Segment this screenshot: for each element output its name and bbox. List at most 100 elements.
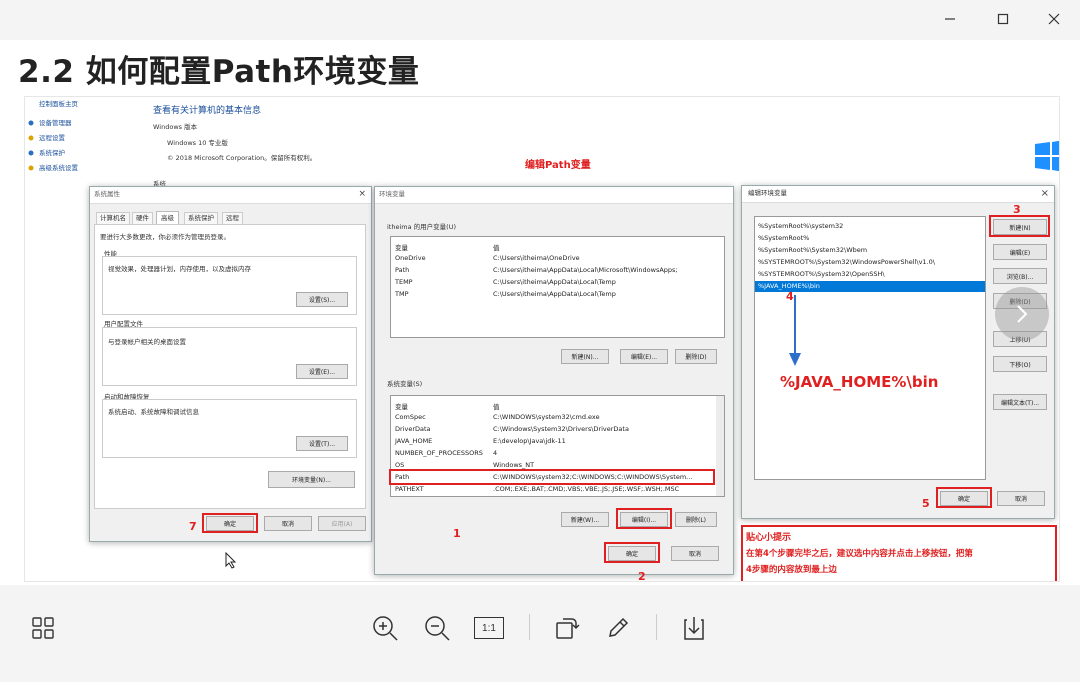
perf-settings-button[interactable]: 设置(S)... bbox=[296, 292, 348, 307]
sys-vars-scrollbar[interactable] bbox=[716, 396, 724, 496]
step-6-highlight bbox=[604, 542, 660, 563]
user-new-button[interactable]: 新建(N)... bbox=[561, 349, 609, 364]
list-item[interactable]: %SystemRoot%\System32\Wbem bbox=[755, 245, 985, 255]
step-5-label: 5 bbox=[922, 497, 930, 510]
tab-advanced[interactable]: 高级 bbox=[156, 211, 179, 225]
step-2-highlight bbox=[616, 508, 672, 529]
annotation-title: 编辑Path变量 bbox=[525, 160, 591, 171]
sys-delete-button[interactable]: 删除(L) bbox=[675, 512, 717, 527]
user-vars-list: 变量 值 OneDrive C:\Users\itheima\OneDrive P… bbox=[390, 236, 725, 338]
sysprops-title: 系统属性 bbox=[94, 190, 120, 198]
sysprops-cancel-button[interactable]: 取消 bbox=[264, 516, 312, 531]
table-row[interactable]: TEMP C:\Users\itheima\AppData\Local\Temp bbox=[391, 277, 724, 287]
env-vars-dialog: 环境变量 itheima 的用户变量(U) 变量 值 OneDrive C:\Us… bbox=[374, 186, 734, 575]
minimize-button[interactable] bbox=[932, 6, 968, 32]
shield-icons bbox=[28, 120, 34, 172]
table-row[interactable]: TMP C:\Users\itheima\AppData\Local\Temp bbox=[391, 289, 724, 299]
editenv-title: 编辑环境变量 bbox=[748, 189, 787, 197]
editenv-close-icon[interactable]: × bbox=[1041, 188, 1049, 199]
close-button[interactable] bbox=[1036, 6, 1072, 32]
list-item[interactable]: %SYSTEMROOT%\System32\WindowsPowerShell\… bbox=[755, 257, 985, 267]
tip-line-1: 在第4个步骤完毕之后，建议选中内容并点击上移按钮，把第 bbox=[746, 549, 973, 559]
zoom-in-icon bbox=[373, 616, 398, 641]
down-arrow-icon bbox=[788, 295, 802, 371]
editenv-move-down-button[interactable]: 下移(O) bbox=[993, 356, 1047, 372]
table-row[interactable]: DriverData C:\Windows\System32\Drivers\Dr… bbox=[391, 424, 724, 434]
zoom-out-icon bbox=[425, 616, 450, 641]
step-7-highlight bbox=[202, 513, 258, 533]
table-row[interactable]: Path C:\Users\itheima\AppData\Local\Micro… bbox=[391, 265, 724, 275]
toolbar-divider bbox=[529, 614, 530, 640]
sysprops-apply-button[interactable]: 应用(A) bbox=[318, 516, 366, 531]
envvars-cancel-button[interactable]: 取消 bbox=[671, 546, 719, 561]
startup-desc: 系统启动、系统故障和调试信息 bbox=[108, 408, 199, 416]
step-1-highlight bbox=[389, 469, 715, 485]
next-slide-button[interactable] bbox=[995, 287, 1049, 341]
perf-desc: 视觉效果，处理器计划，内存使用，以及虚拟内存 bbox=[108, 265, 251, 273]
windows-edition-label: Windows 版本 bbox=[153, 123, 198, 131]
grid-icon bbox=[32, 617, 54, 639]
editenv-edit-text-button[interactable]: 编辑文本(T)... bbox=[993, 394, 1047, 410]
user-delete-button[interactable]: 删除(D) bbox=[675, 349, 717, 364]
env-vars-button[interactable]: 环境变量(N)... bbox=[268, 471, 355, 488]
sys-vars-header: 变量 值 bbox=[395, 403, 500, 411]
profile-settings-button[interactable]: 设置(E)... bbox=[296, 364, 348, 379]
user-vars-header: 变量 值 bbox=[395, 244, 500, 252]
sysprops-close-icon[interactable]: × bbox=[358, 190, 366, 199]
system-properties-dialog: 系统属性 × 计算机名 硬件 高级 系统保护 远程 要进行大多数更改，你必须作为… bbox=[89, 186, 372, 542]
minimize-icon bbox=[945, 18, 955, 20]
tab-computer-name[interactable]: 计算机名 bbox=[96, 212, 130, 225]
tip-line-2: 4步骤的内容放到最上边 bbox=[746, 565, 837, 575]
sysinfo-heading: 查看有关计算机的基本信息 bbox=[153, 106, 262, 116]
edit-button[interactable] bbox=[598, 608, 638, 648]
rotate-button[interactable] bbox=[546, 608, 586, 648]
tab-hardware[interactable]: 硬件 bbox=[132, 212, 153, 225]
download-icon bbox=[684, 617, 704, 640]
maximize-button[interactable] bbox=[985, 6, 1021, 32]
toolbar-divider bbox=[656, 614, 657, 640]
panel-link-advanced: 高级系统设置 bbox=[39, 164, 78, 172]
zoom-out-button[interactable] bbox=[417, 608, 457, 648]
profile-desc: 与登录帐户相关的桌面设置 bbox=[108, 338, 186, 346]
sys-vars-section: 系统变量(S) bbox=[387, 380, 423, 388]
table-row[interactable]: PATHEXT .COM;.EXE;.BAT;.CMD;.VBS;.VBE;.JS… bbox=[391, 484, 724, 494]
viewer-toolbar bbox=[0, 585, 1080, 682]
list-item[interactable]: %SYSTEMROOT%\System32\OpenSSH\ bbox=[755, 269, 985, 279]
rotate-icon bbox=[556, 618, 580, 639]
sys-new-button[interactable]: 新建(W)... bbox=[561, 512, 609, 527]
table-row[interactable]: ComSpec C:\WINDOWS\system32\cmd.exe bbox=[391, 412, 724, 422]
actual-size-label: 1:1 bbox=[474, 617, 504, 639]
tab-system-protection[interactable]: 系统保护 bbox=[184, 212, 218, 225]
list-item[interactable]: %SystemRoot%\system32 bbox=[755, 221, 985, 231]
table-row[interactable]: NUMBER_OF_PROCESSORS 4 bbox=[391, 448, 724, 458]
editenv-cancel-button[interactable]: 取消 bbox=[997, 491, 1045, 506]
slide-image: 2.2 如何配置Path环境变量 控制面板主页 设备管理器 远程设置 系统保护 … bbox=[0, 40, 1080, 585]
actual-size-button[interactable]: 1:1 bbox=[469, 608, 509, 648]
panel-home-link: 控制面板主页 bbox=[39, 100, 78, 108]
tab-remote[interactable]: 远程 bbox=[222, 212, 243, 225]
panel-link-protect: 系统保护 bbox=[39, 149, 65, 157]
chevron-right-icon bbox=[1017, 305, 1028, 323]
step-1-label: 1 bbox=[453, 527, 461, 540]
panel-link-device: 设备管理器 bbox=[39, 119, 72, 127]
tip-title: 贴心小提示 bbox=[746, 533, 792, 543]
download-button[interactable] bbox=[674, 608, 714, 648]
editenv-edit-button[interactable]: 编辑(E) bbox=[993, 244, 1047, 260]
maximize-icon bbox=[997, 13, 1009, 25]
panel-link-remote: 远程设置 bbox=[39, 134, 65, 142]
step-7-label: 7 bbox=[189, 520, 197, 533]
user-edit-button[interactable]: 编辑(E)... bbox=[620, 349, 668, 364]
copyright-text: © 2018 Microsoft Corporation。保留所有权利。 bbox=[167, 154, 317, 162]
user-vars-section: itheima 的用户变量(U) bbox=[387, 223, 456, 231]
table-row[interactable]: JAVA_HOME E:\develop\Java\jdk-11 bbox=[391, 436, 724, 446]
list-item[interactable]: %SystemRoot% bbox=[755, 233, 985, 243]
startup-settings-button[interactable]: 设置(T)... bbox=[296, 436, 348, 451]
grid-view-button[interactable] bbox=[23, 608, 63, 648]
table-row[interactable]: OneDrive C:\Users\itheima\OneDrive bbox=[391, 253, 724, 263]
mouse-cursor-icon bbox=[225, 551, 237, 573]
slide-title: 2.2 如何配置Path环境变量 bbox=[18, 54, 420, 90]
editenv-browse-button[interactable]: 浏览(B)... bbox=[993, 268, 1047, 284]
step-2-label: 2 bbox=[638, 570, 646, 582]
pencil-icon bbox=[609, 617, 629, 637]
zoom-in-button[interactable] bbox=[365, 608, 405, 648]
